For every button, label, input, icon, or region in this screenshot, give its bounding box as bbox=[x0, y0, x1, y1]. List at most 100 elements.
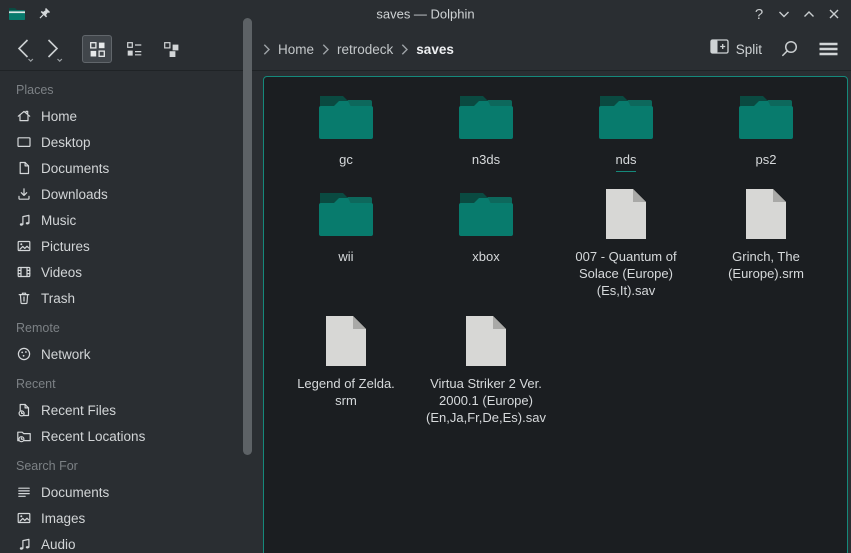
recent-locations-icon bbox=[16, 428, 32, 444]
file-item-legend-of-zelda-srm[interactable]: Legend of Zelda. srm bbox=[276, 313, 416, 423]
desktop-icon bbox=[16, 134, 32, 150]
split-button[interactable]: Split bbox=[710, 39, 762, 59]
toolbar-right: Split bbox=[710, 28, 839, 70]
breadcrumb: Home retrodeck saves bbox=[262, 28, 454, 70]
file-item-virtua-striker-2-ver-2000-1-europe-en-ja[interactable]: Virtua Striker 2 Ver. 2000.1 (Europe) (E… bbox=[416, 313, 556, 440]
folder-icon bbox=[318, 186, 374, 242]
dolphin-app-icon bbox=[8, 7, 26, 21]
window-controls: ? bbox=[750, 5, 843, 23]
back-button[interactable] bbox=[10, 34, 38, 64]
close-icon[interactable] bbox=[825, 5, 843, 23]
sidebar-section-header-remote: Remote bbox=[16, 315, 258, 341]
folder-item-xbox[interactable]: xbox bbox=[416, 186, 556, 279]
document-icon bbox=[16, 160, 32, 176]
sidebar-item-search-for-images[interactable]: Images bbox=[16, 505, 258, 531]
sidebar-item-label: Desktop bbox=[41, 135, 91, 150]
sidebar-item-search-for-documents[interactable]: Documents bbox=[16, 479, 258, 505]
item-label: n3ds bbox=[472, 151, 500, 168]
text-lines-icon bbox=[16, 484, 32, 500]
sidebar-item-search-for-audio[interactable]: Audio bbox=[16, 531, 258, 553]
search-icon[interactable] bbox=[780, 39, 800, 59]
sidebar-item-places-music[interactable]: Music bbox=[16, 207, 258, 233]
sidebar-item-places-videos[interactable]: Videos bbox=[16, 259, 258, 285]
sidebar-item-label: Trash bbox=[41, 291, 75, 306]
toolbar: Home retrodeck saves Split bbox=[0, 28, 851, 71]
file-icon bbox=[603, 186, 649, 242]
breadcrumb-item-home[interactable]: Home bbox=[278, 42, 314, 57]
picture-icon bbox=[16, 238, 32, 254]
pin-icon[interactable] bbox=[36, 6, 52, 22]
sidebar-item-places-trash[interactable]: Trash bbox=[16, 285, 258, 311]
home-icon bbox=[16, 108, 32, 124]
dolphin-window: saves — Dolphin ? bbox=[0, 0, 851, 553]
titlebar: saves — Dolphin ? bbox=[0, 0, 851, 28]
trash-icon bbox=[16, 290, 32, 306]
sidebar-item-label: Music bbox=[41, 213, 76, 228]
folder-icon bbox=[458, 186, 514, 242]
folder-icon bbox=[738, 89, 794, 145]
sidebar-sections: Places Home Desktop Documents Downloads Music… bbox=[16, 77, 258, 553]
item-label: Virtua Striker 2 Ver. 2000.1 (Europe) (E… bbox=[426, 375, 546, 426]
film-icon bbox=[16, 264, 32, 280]
tree-view-button[interactable] bbox=[156, 35, 186, 63]
sidebar-item-label: Recent Locations bbox=[41, 429, 145, 444]
sidebar-section-header-places: Places bbox=[16, 77, 258, 103]
file-icon bbox=[463, 313, 509, 369]
music-note-icon bbox=[16, 212, 32, 228]
sidebar-item-places-documents[interactable]: Documents bbox=[16, 155, 258, 181]
sidebar-scrollbar[interactable] bbox=[243, 18, 252, 455]
sidebar-item-places-home[interactable]: Home bbox=[16, 103, 258, 129]
file-grid: gc n3ds nds ps2 wii xbox 007 - Quantum o… bbox=[264, 77, 847, 440]
breadcrumb-item-retrodeck[interactable]: retrodeck bbox=[337, 42, 393, 57]
network-icon bbox=[16, 346, 32, 362]
item-label: Legend of Zelda. srm bbox=[297, 375, 395, 409]
view-mode-group bbox=[82, 35, 186, 63]
sidebar-item-label: Documents bbox=[41, 485, 109, 500]
sidebar-item-places-desktop[interactable]: Desktop bbox=[16, 129, 258, 155]
sidebar-item-remote-network[interactable]: Network bbox=[16, 341, 258, 367]
sidebar-item-places-pictures[interactable]: Pictures bbox=[16, 233, 258, 259]
sidebar-item-label: Audio bbox=[41, 537, 76, 552]
sidebar-item-label: Home bbox=[41, 109, 77, 124]
breadcrumb-item-saves[interactable]: saves bbox=[416, 42, 454, 57]
split-button-label: Split bbox=[736, 42, 762, 57]
sidebar-item-label: Documents bbox=[41, 161, 109, 176]
forward-button[interactable] bbox=[38, 34, 66, 64]
breadcrumb-separator-icon bbox=[400, 43, 409, 56]
folder-item-gc[interactable]: gc bbox=[276, 89, 416, 182]
breadcrumb-separator-icon bbox=[262, 43, 271, 56]
window-title: saves — Dolphin bbox=[376, 7, 474, 22]
file-item-007-quantum-of-solace-europe-es-it-sav[interactable]: 007 - Quantum of Solace (Europe) (Es,It)… bbox=[556, 186, 696, 313]
folder-item-wii[interactable]: wii bbox=[276, 186, 416, 279]
item-label: ps2 bbox=[756, 151, 777, 168]
sidebar-item-label: Videos bbox=[41, 265, 82, 280]
details-view-button[interactable] bbox=[119, 35, 149, 63]
sidebar-item-recent-recent-files[interactable]: Recent Files bbox=[16, 397, 258, 423]
breadcrumb-separator-icon bbox=[321, 43, 330, 56]
hamburger-menu-icon[interactable] bbox=[818, 41, 839, 57]
sidebar-item-label: Pictures bbox=[41, 239, 90, 254]
item-label: wii bbox=[338, 248, 353, 265]
sidebar-section-header-search-for: Search For bbox=[16, 453, 258, 479]
folder-icon bbox=[598, 89, 654, 145]
file-item-grinch-the-europe-srm[interactable]: Grinch, The (Europe).srm bbox=[696, 186, 836, 296]
minimize-icon[interactable] bbox=[775, 5, 793, 23]
file-icon bbox=[743, 186, 789, 242]
folder-item-nds[interactable]: nds bbox=[556, 89, 696, 186]
maximize-icon[interactable] bbox=[800, 5, 818, 23]
sidebar-item-places-downloads[interactable]: Downloads bbox=[16, 181, 258, 207]
help-icon[interactable]: ? bbox=[750, 5, 768, 23]
folder-item-ps2[interactable]: ps2 bbox=[696, 89, 836, 182]
sidebar-item-label: Recent Files bbox=[41, 403, 116, 418]
folder-view: gc n3ds nds ps2 wii xbox 007 - Quantum o… bbox=[263, 76, 848, 553]
folder-icon bbox=[458, 89, 514, 145]
sidebar-item-recent-recent-locations[interactable]: Recent Locations bbox=[16, 423, 258, 449]
sidebar-item-label: Images bbox=[41, 511, 85, 526]
split-icon bbox=[710, 39, 729, 59]
folder-item-n3ds[interactable]: n3ds bbox=[416, 89, 556, 182]
item-label: 007 - Quantum of Solace (Europe) (Es,It)… bbox=[575, 248, 676, 299]
folder-icon bbox=[318, 89, 374, 145]
sidebar-section-header-recent: Recent bbox=[16, 371, 258, 397]
icons-view-button[interactable] bbox=[82, 35, 112, 63]
item-label: xbox bbox=[472, 248, 499, 265]
